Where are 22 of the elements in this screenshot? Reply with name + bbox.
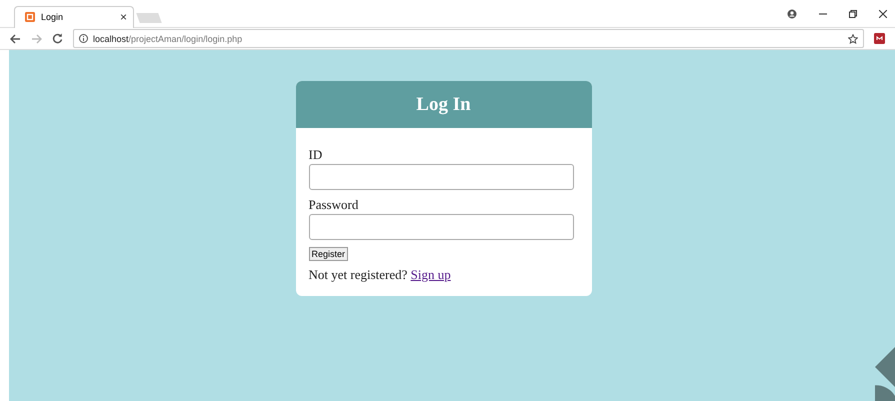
reload-icon[interactable]	[52, 33, 63, 44]
field-label: ID	[308, 147, 322, 163]
app-logo-icon	[25, 12, 35, 22]
tab-title: Login	[41, 12, 64, 22]
sign-up-link[interactable]: Sign up	[410, 267, 451, 282]
restore-icon[interactable]	[849, 10, 857, 18]
field-label: Password	[308, 197, 358, 213]
login-title: Log In	[416, 94, 471, 116]
url-text: localhost/projectAman/login/login.php	[93, 34, 242, 44]
extension-icon[interactable]	[874, 33, 885, 44]
register-button[interactable]: Register	[308, 247, 348, 261]
browser-tab[interactable]: Login ×	[14, 6, 134, 28]
address-bar[interactable]: localhost/projectAman/login/login.php	[73, 29, 864, 48]
profile-icon[interactable]	[787, 8, 797, 18]
input-field[interactable]	[308, 214, 574, 240]
input-field[interactable]	[308, 164, 574, 190]
tab-close-button[interactable]: ×	[120, 10, 127, 24]
close-icon[interactable]	[879, 10, 887, 18]
signup-prompt: Not yet registered? Sign up	[308, 267, 451, 283]
star-icon[interactable]	[848, 34, 858, 44]
back-icon[interactable]	[10, 34, 21, 44]
info-icon	[79, 34, 88, 43]
